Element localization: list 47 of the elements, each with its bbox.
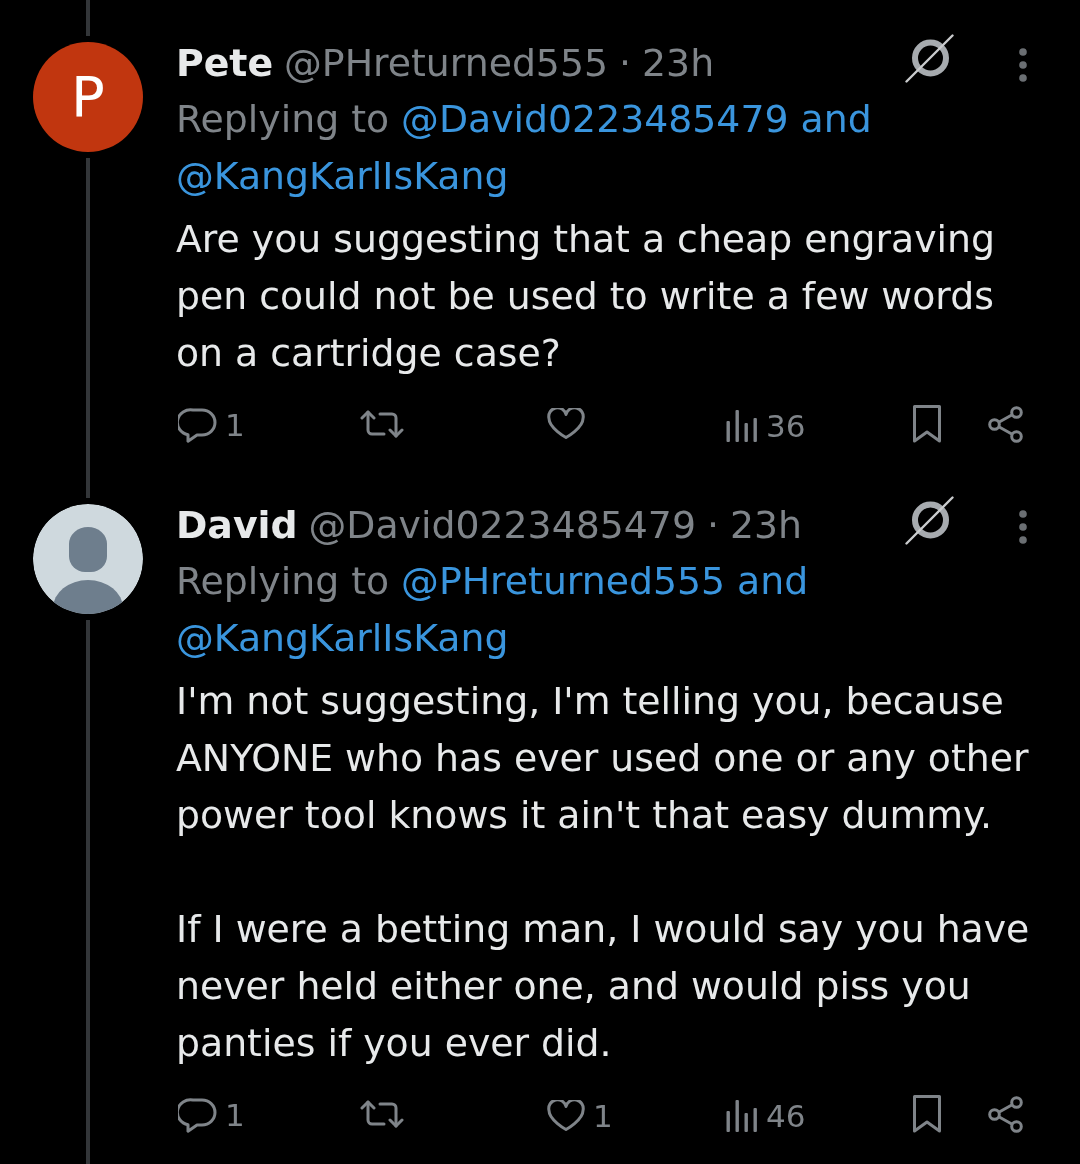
mention-link[interactable]: @David0223485479 (401, 97, 789, 141)
repost-arrows-icon (360, 409, 404, 439)
more-options-icon[interactable] (1019, 510, 1027, 544)
reply-button[interactable]: 1 (178, 1095, 245, 1136)
reply-button[interactable]: 1 (178, 405, 245, 446)
timestamp: 23h (642, 40, 715, 87)
bookmark-icon (912, 1094, 942, 1134)
repost-button[interactable] (360, 409, 404, 439)
timestamp: 23h (729, 502, 802, 549)
dot-separator: · (619, 40, 632, 87)
bookmark-button[interactable] (912, 1094, 942, 1134)
tweet-text: Are you suggesting that a cheap engraving pen could not be used to write a few words on a cartridge case? (176, 216, 996, 377)
speech-bubble-icon (178, 1097, 217, 1133)
tweet-text: I'm not suggesting, I'm telling you, because ANYONE who has ever used one or any other power tool knows it ain't that easy dummy. (176, 678, 1030, 839)
author-name[interactable]: David (176, 497, 298, 553)
replying-to-text: Replying to @PHreturned555 and @KangKarlIsKang (176, 558, 810, 662)
user-handle[interactable]: @David0223485479 (308, 497, 696, 553)
speech-bubble-icon (178, 407, 217, 443)
share-button[interactable] (988, 1095, 1023, 1133)
replying-to-text: Replying to @David0223485479 and @KangKarlIsKang (176, 96, 873, 200)
letter-avatar[interactable]: P (33, 42, 143, 152)
author-name[interactable]: Pete (176, 35, 274, 91)
repost-arrows-icon (360, 1099, 404, 1129)
like-button[interactable]: 1 (547, 1096, 613, 1136)
mention-link[interactable]: @KangKarlIsKang (176, 154, 509, 198)
bar-chart-icon (726, 409, 758, 443)
heart-icon (547, 408, 585, 440)
tweet-text: If I were a betting man, I would say you have never held either one, and would piss you panties if you ever did. (176, 906, 1031, 1067)
repost-button[interactable] (360, 1099, 404, 1129)
bookmark-icon (912, 404, 942, 444)
slashed-circle-icon[interactable] (905, 496, 954, 545)
mention-link[interactable]: @KangKarlIsKang (176, 616, 509, 660)
bar-chart-icon (726, 1099, 758, 1133)
views-button[interactable]: 46 (726, 1095, 806, 1136)
dot-separator: · (706, 502, 719, 549)
slashed-circle-icon[interactable] (905, 34, 954, 83)
person-silhouette-icon[interactable] (33, 504, 143, 614)
bookmark-button[interactable] (912, 404, 942, 444)
like-button[interactable] (547, 408, 585, 440)
share-icon (988, 405, 1023, 443)
mention-link[interactable]: @PHreturned555 (401, 559, 726, 603)
more-options-icon[interactable] (1019, 48, 1027, 82)
heart-icon (547, 1100, 585, 1132)
share-icon (988, 1095, 1023, 1133)
views-button[interactable]: 36 (726, 405, 806, 446)
share-button[interactable] (988, 405, 1023, 443)
user-handle[interactable]: @PHreturned555 (284, 35, 608, 91)
